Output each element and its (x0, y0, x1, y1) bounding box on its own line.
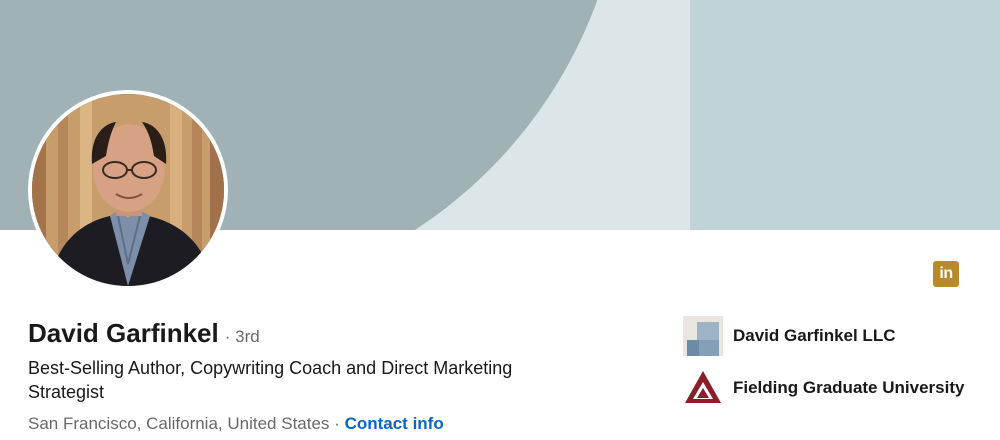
profile-location: San Francisco, California, United States (28, 414, 330, 433)
profile-headline: Best-Selling Author, Copywriting Coach a… (28, 358, 513, 402)
fielding-logo-icon (683, 368, 723, 408)
profile-location-row: San Francisco, California, United States… (28, 414, 444, 434)
org-item-current-company[interactable]: David Garfinkel LLC (683, 316, 964, 356)
org-name-education: Fielding Graduate University (733, 378, 965, 397)
organization-list: David Garfinkel LLC Fielding Graduate Un… (683, 316, 964, 420)
connection-degree: · 3rd (224, 327, 260, 346)
banner-panel-shape (690, 0, 1000, 230)
profile-name-row: David Garfinkel · 3rd (28, 318, 260, 349)
profile-avatar[interactable] (28, 90, 228, 290)
company-logo-placeholder-icon (683, 316, 723, 356)
contact-info-link[interactable]: Contact info (345, 414, 444, 433)
org-name-current-company: David Garfinkel LLC (733, 326, 896, 345)
avatar-photo-icon (32, 94, 224, 286)
linkedin-icon: in (933, 261, 959, 287)
org-item-education[interactable]: Fielding Graduate University (683, 368, 964, 408)
profile-name: David Garfinkel (28, 318, 219, 348)
location-separator: · (334, 414, 340, 433)
